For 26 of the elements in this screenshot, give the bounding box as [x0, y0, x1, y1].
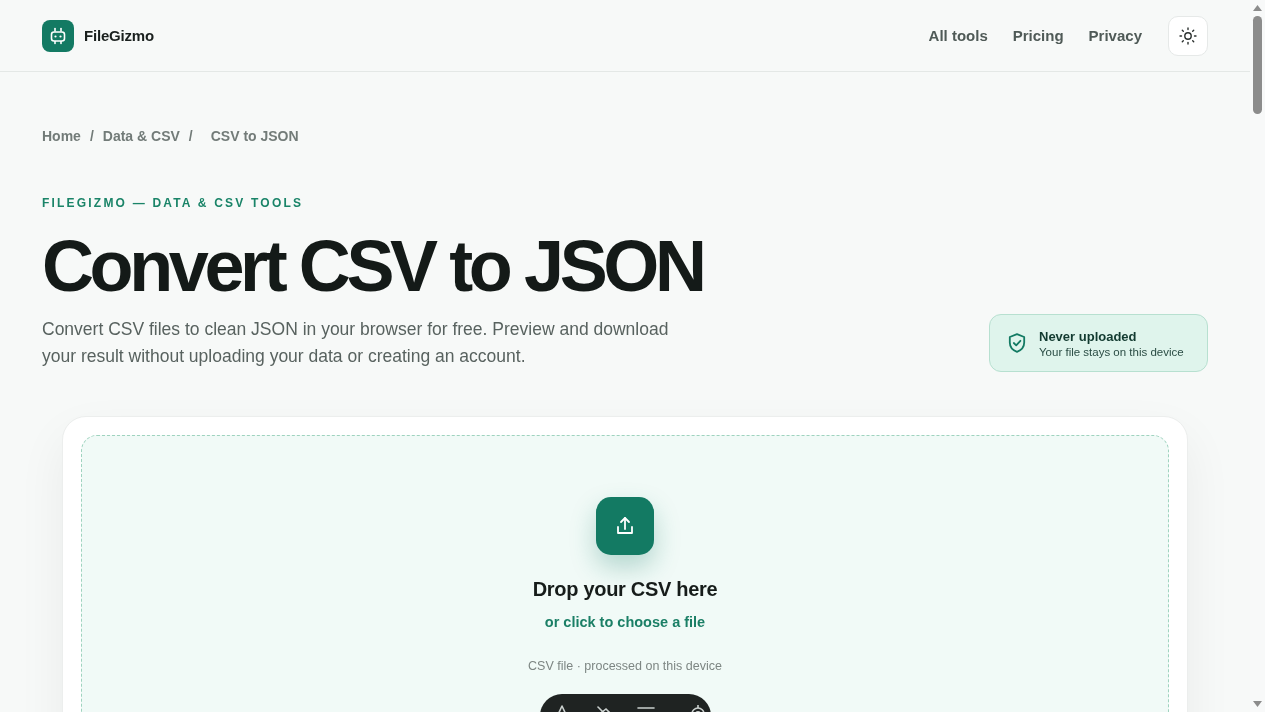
brand-name[interactable]: FileGizmo	[84, 27, 154, 44]
breadcrumb-link[interactable]: Home	[42, 128, 81, 144]
sun-icon	[1179, 26, 1197, 45]
page-title: Convert CSV to JSON	[42, 230, 703, 302]
nav-link[interactable]: Pricing	[1012, 27, 1064, 44]
nav-link[interactable]: Privacy	[1088, 27, 1142, 44]
breadcrumb-separator: /	[188, 128, 193, 144]
scroll-down-arrow[interactable]	[1253, 701, 1262, 707]
breadcrumb-link[interactable]: Data & CSV	[102, 128, 180, 144]
badge-title: Never uploaded	[1039, 328, 1138, 344]
scrollbar-thumb[interactable]	[1253, 16, 1262, 114]
file-drop-zone[interactable]: Drop your CSV here or click to choose a file CSV file · processed on this device	[81, 435, 1169, 712]
shield-check-icon	[1008, 333, 1026, 353]
eyebrow-text: FILEGIZMO — DATA & CSV TOOLS	[42, 196, 304, 210]
drop-zone-title: Drop your CSV here	[532, 577, 718, 602]
choose-file-link[interactable]: or click to choose a file	[544, 612, 706, 632]
scroll-up-arrow[interactable]	[1253, 5, 1262, 11]
nav-link[interactable]: All tools	[928, 27, 988, 44]
breadcrumb-current: CSV to JSON	[210, 128, 299, 144]
breadcrumb-separator: /	[89, 128, 94, 144]
theme-toggle-button[interactable]	[1168, 15, 1208, 56]
upload-icon[interactable]	[596, 497, 654, 555]
robot-logo-icon[interactable]	[42, 19, 74, 52]
page-description: Convert CSV files to clean JSON in your browser for free. Preview and download your result without uploading your data or creating an account.	[42, 318, 670, 368]
drop-zone-hint: CSV file · processed on this device	[528, 658, 722, 674]
badge-subtitle: Your file stays on this device	[1039, 345, 1184, 358]
